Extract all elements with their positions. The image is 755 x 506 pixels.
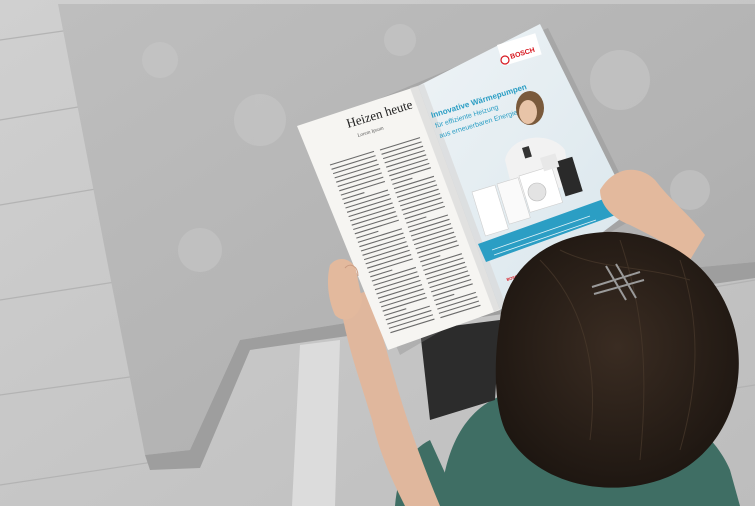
head-hair bbox=[495, 231, 739, 488]
table-leg bbox=[292, 340, 340, 506]
photo-scene: Heizen heute Lorem Ipsum BOSCH Innovativ… bbox=[0, 0, 755, 506]
scene-svg: Heizen heute Lorem Ipsum BOSCH Innovativ… bbox=[0, 0, 755, 506]
